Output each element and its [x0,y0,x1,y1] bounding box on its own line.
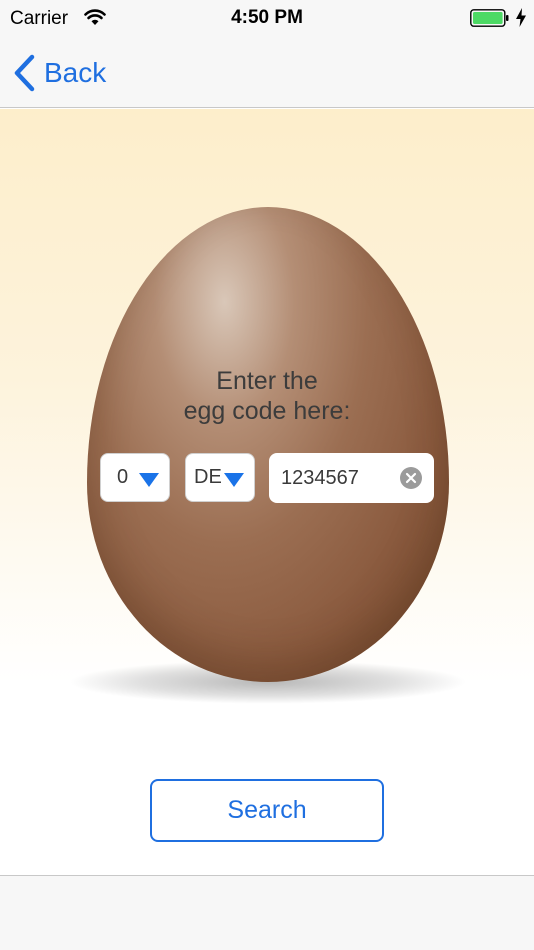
egg-code-field [269,453,434,503]
country-code-value: DE [194,466,222,488]
clear-text-icon[interactable] [400,467,422,489]
chevron-left-icon [14,54,35,92]
bottom-toolbar [0,875,534,950]
battery-icon [470,9,509,27]
charging-bolt-icon [516,8,526,27]
production-type-picker[interactable]: 0 [100,453,170,502]
back-button[interactable]: Back [12,53,106,93]
egg-code-input[interactable] [281,453,401,503]
search-button[interactable]: Search [150,779,384,842]
country-code-picker[interactable]: DE [185,453,255,502]
dropdown-arrow-icon [139,473,159,487]
status-time: 4:50 PM [231,7,303,28]
prompt-line-1: Enter the [216,367,318,395]
navigation-bar: Back [0,36,534,108]
production-type-value: 0 [117,466,129,488]
prompt-line-2: egg code here: [183,397,351,425]
dropdown-arrow-icon [224,473,244,487]
egg-code-prompt: Enter the egg code here: [0,366,534,426]
status-bar: Carrier 4:50 PM [0,0,534,36]
back-button-label: Back [44,57,107,88]
